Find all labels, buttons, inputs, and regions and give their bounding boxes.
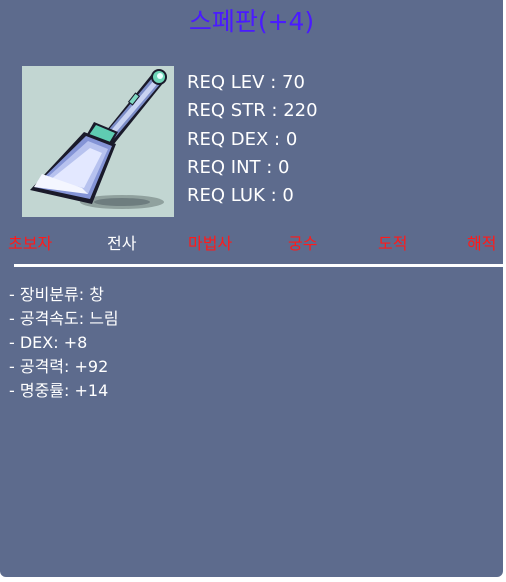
job-magician: 마법사 bbox=[188, 234, 233, 253]
job-beginner: 초보자 bbox=[8, 234, 53, 253]
req-luk: REQ LUK : 0 bbox=[187, 185, 294, 207]
req-dex: REQ DEX : 0 bbox=[187, 128, 298, 150]
job-list: 초보자 전사 마법사 궁수 도적 해적 bbox=[0, 229, 506, 259]
item-tooltip: 스페판(+4) REQ LEV: 70 REQ STR: 220 REQ D… bbox=[0, 0, 503, 577]
stat-category: - 장비분류: 창 bbox=[9, 285, 104, 304]
job-warrior: 전사 bbox=[107, 234, 137, 253]
job-pirate: 해적 bbox=[467, 234, 497, 253]
item-icon-box bbox=[22, 66, 174, 217]
stat-accuracy: - 명중률: +14 bbox=[9, 381, 109, 400]
job-bowman: 궁수 bbox=[288, 234, 318, 253]
stat-attack: - 공격력: +92 bbox=[9, 357, 109, 376]
job-thief: 도적 bbox=[378, 234, 408, 253]
req-str: REQ STR : 220 bbox=[187, 100, 318, 122]
item-name: 스페판(+4) bbox=[188, 7, 315, 36]
req-int: REQ INT : 0 bbox=[187, 156, 290, 178]
requirements-list: REQ LEV : 70 REQ STR : 220 REQ DEX : 0 R… bbox=[187, 69, 318, 210]
stats-list: - 장비분류: 창 - 공격속도: 느림 - DEX: +8 - 공격력: +9… bbox=[9, 283, 119, 403]
stat-dex: - DEX: +8 bbox=[9, 333, 88, 352]
stat-attack-speed: - 공격속도: 느림 bbox=[9, 309, 119, 328]
spear-icon bbox=[30, 69, 167, 209]
req-level: REQ LEV : 70 bbox=[187, 72, 305, 93]
divider bbox=[14, 264, 503, 267]
